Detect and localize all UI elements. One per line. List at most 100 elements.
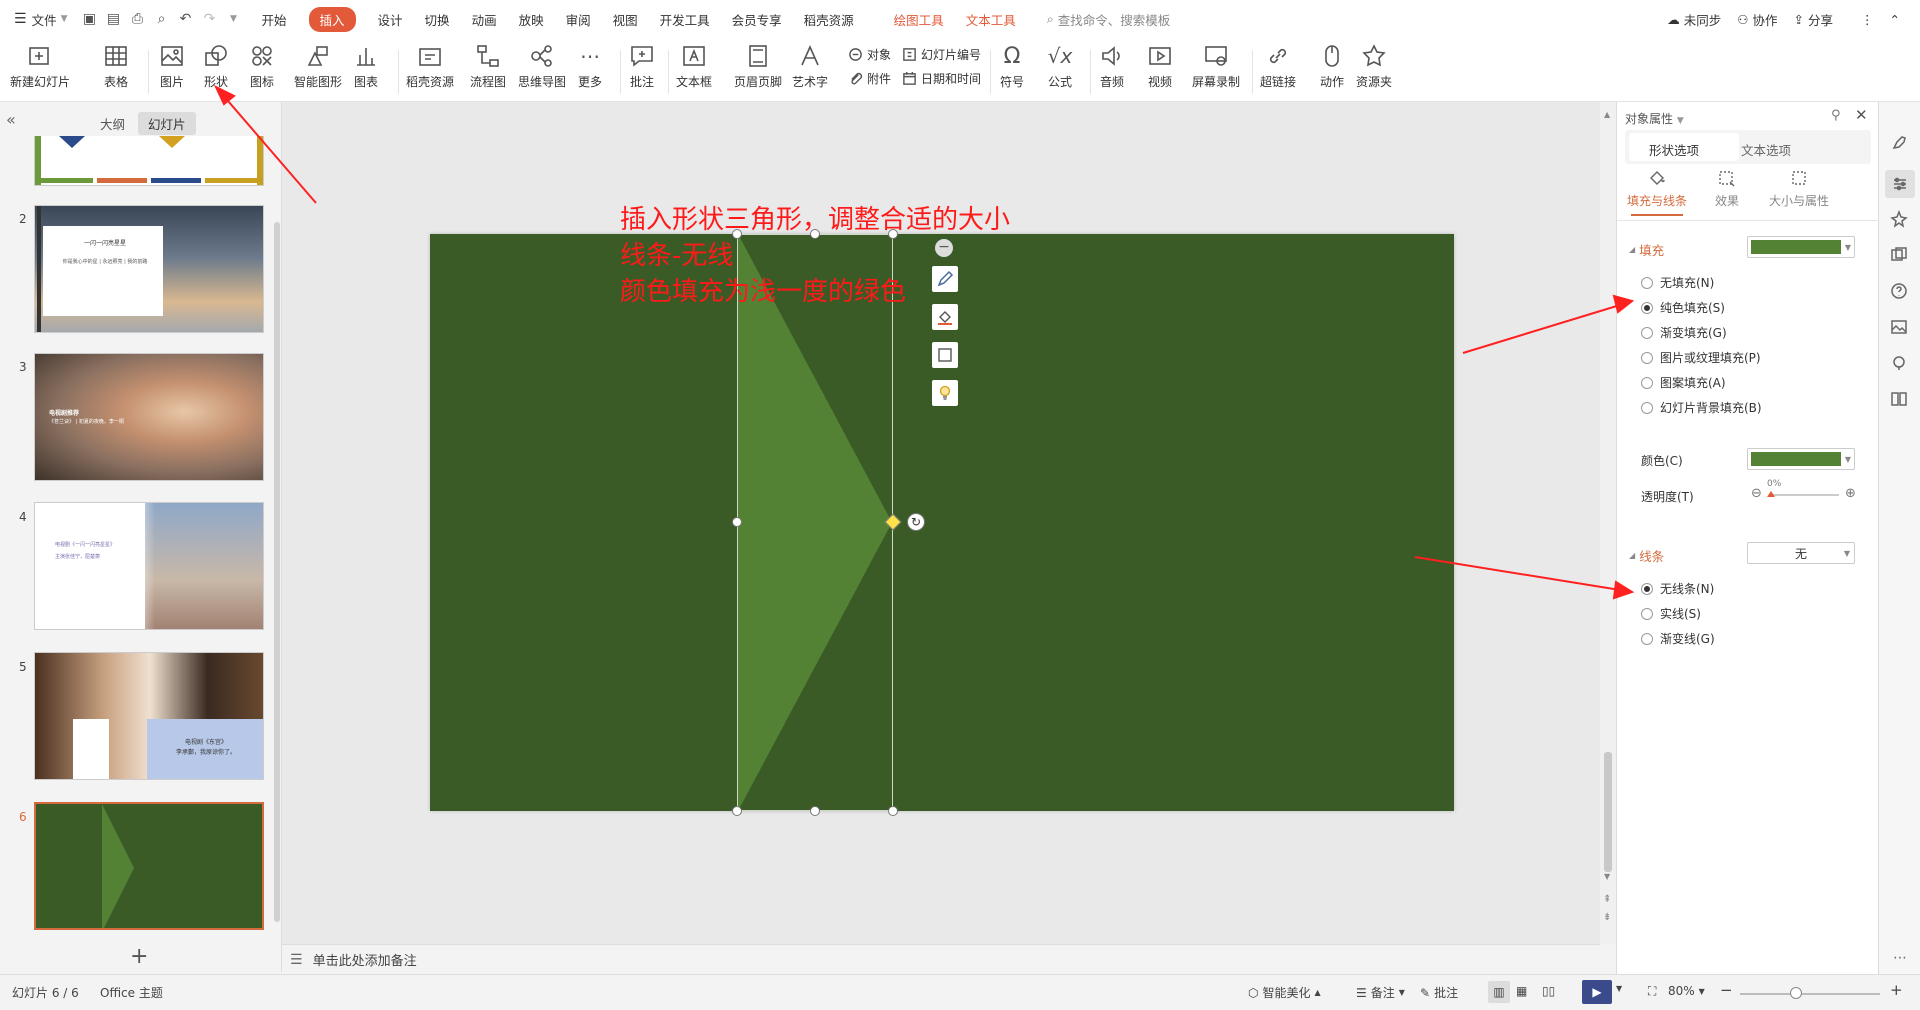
file-menu[interactable]: ☰ 文件 ▼	[0, 0, 79, 38]
notes-bar[interactable]: ☰ 单击此处添加备注	[282, 944, 1600, 974]
tab-slideshow[interactable]: 放映	[508, 0, 555, 38]
more-button[interactable]: ⋯ 更多	[576, 42, 604, 98]
scroll-up-icon[interactable]: ▲	[1604, 110, 1610, 119]
slide-number-button[interactable]: 幻灯片编号	[902, 44, 981, 64]
location-icon[interactable]	[1890, 354, 1910, 374]
collapse-panel-icon[interactable]: «	[6, 110, 16, 129]
tab-view[interactable]: 视图	[602, 0, 649, 38]
increase-icon[interactable]: ⊕	[1845, 486, 1856, 501]
scroll-thumb[interactable]	[1604, 752, 1612, 872]
prev-slide-icon[interactable]: ⇞	[1603, 894, 1611, 905]
tab-slides[interactable]: 幻灯片	[138, 112, 196, 135]
tab-effect[interactable]: 效果	[1687, 168, 1767, 209]
fill-color-dropdown[interactable]: ▼	[1747, 236, 1855, 258]
slide-thumbnail-4[interactable]: 电视剧《一闪一闪亮星星》 主演张佳宁，屈楚萧	[34, 502, 264, 630]
attachment-button[interactable]: 附件	[848, 68, 891, 88]
new-slide-button[interactable]: 新建幻灯片	[10, 42, 70, 98]
zoom-slider[interactable]	[1740, 993, 1880, 995]
header-footer-button[interactable]: 页眉页脚	[734, 42, 782, 98]
icon-button[interactable]: 图标	[248, 42, 276, 98]
scroll-down-icon[interactable]: ▼	[1604, 872, 1610, 881]
more-dots-icon[interactable]: ⋯	[1890, 950, 1910, 970]
shape-button[interactable]: 形状	[202, 42, 230, 98]
collab-button[interactable]: ⚇ 协作	[1737, 10, 1777, 29]
tab-fill-line[interactable]: 填充与线条	[1617, 168, 1697, 209]
tab-drawing-tools[interactable]: 绘图工具	[883, 0, 955, 38]
print-icon[interactable]: ⎙	[127, 8, 149, 30]
slider-thumb[interactable]	[1767, 491, 1775, 497]
tab-design[interactable]: 设计	[367, 0, 414, 38]
tab-shape-options[interactable]: 形状选项	[1649, 140, 1699, 159]
transition-icon[interactable]	[1890, 246, 1910, 266]
thumbnail-scrollbar[interactable]	[274, 222, 280, 922]
tab-outline[interactable]: 大纲	[90, 112, 135, 135]
redo-icon[interactable]: ↷	[199, 8, 221, 30]
slide-thumbnail-2[interactable]: 一闪一闪亮星星 你是我心中的星 | 永远照亮 | 我的前路	[34, 205, 264, 333]
image-icon[interactable]	[1890, 318, 1910, 338]
video-button[interactable]: 视频	[1146, 42, 1174, 98]
pin-icon[interactable]: ⚲	[1831, 108, 1841, 123]
action-button[interactable]: 动作	[1318, 42, 1346, 98]
resize-handle[interactable]	[888, 806, 898, 816]
smart-tip-button[interactable]	[932, 380, 958, 406]
normal-view-icon[interactable]: ▥	[1488, 981, 1510, 1003]
save-icon[interactable]: ▣	[79, 8, 101, 30]
preview-icon[interactable]: ⌕	[151, 8, 173, 30]
help-icon[interactable]	[1890, 282, 1910, 302]
chevron-down-icon[interactable]: ▼	[223, 8, 245, 30]
reading-view-icon[interactable]: ▯▯	[1542, 984, 1555, 998]
add-slide-icon[interactable]: +	[130, 944, 148, 969]
canvas-vertical-scrollbar[interactable]: ▲ ▼ ⇞ ⇟	[1600, 102, 1616, 944]
notes-toggle-button[interactable]: ☰ 备注 ▼	[1356, 984, 1405, 1001]
line-type-dropdown[interactable]: 无 ▼	[1747, 542, 1855, 564]
grid-view-icon[interactable]: ▦	[1516, 984, 1527, 998]
fill-section-header[interactable]: ◢ 填充	[1629, 240, 1664, 259]
chart-button[interactable]: 图表	[352, 42, 380, 98]
tab-animation[interactable]: 动画	[461, 0, 508, 38]
line-section-header[interactable]: ◢ 线条	[1629, 546, 1664, 565]
line-option-gradient[interactable]: 渐变线(G)	[1641, 630, 1715, 647]
docer-resource-button[interactable]: 稻壳资源	[406, 42, 454, 98]
sync-status[interactable]: ☁ 未同步	[1667, 10, 1721, 29]
shape-outline-button[interactable]	[932, 342, 958, 368]
collapse-ribbon-icon[interactable]: ⌃	[1890, 12, 1900, 27]
audio-button[interactable]: 音频	[1098, 42, 1126, 98]
slide-thumbnail-5[interactable]: 电视剧《东宫》 李承鄞，我原谅你了。	[34, 652, 264, 780]
panel-title[interactable]: 对象属性 ▼	[1625, 110, 1684, 127]
line-option-none[interactable]: 无线条(N)	[1641, 580, 1714, 597]
tab-text-tools[interactable]: 文本工具	[955, 0, 1027, 38]
flowchart-button[interactable]: 流程图	[470, 42, 506, 98]
rocket-icon[interactable]	[1890, 134, 1910, 154]
line-option-solid[interactable]: 实线(S)	[1641, 605, 1701, 622]
book-icon[interactable]	[1890, 390, 1910, 410]
screen-record-button[interactable]: 屏幕录制	[1192, 42, 1240, 98]
comments-toggle-button[interactable]: ✎ 批注	[1420, 984, 1458, 1001]
datetime-button[interactable]: 日期和时间	[902, 68, 981, 88]
undo-icon[interactable]: ↶	[175, 8, 197, 30]
tab-size-properties[interactable]: 大小与属性	[1759, 168, 1839, 209]
transparency-slider[interactable]	[1769, 494, 1839, 496]
fit-window-icon[interactable]: ⛶	[1648, 984, 1656, 999]
slide-thumbnail-1[interactable]	[34, 136, 264, 186]
color-dropdown[interactable]: ▼	[1747, 448, 1855, 470]
table-button[interactable]: 表格	[102, 42, 130, 98]
resize-handle[interactable]	[732, 517, 742, 527]
resource-folder-button[interactable]: 资源夹	[1356, 42, 1392, 98]
fill-option-picture[interactable]: 图片或纹理填充(P)	[1641, 349, 1761, 366]
zoom-slider-thumb[interactable]	[1790, 987, 1802, 999]
mindmap-button[interactable]: 思维导图	[518, 42, 566, 98]
notes-placeholder[interactable]: 单击此处添加备注	[313, 950, 417, 969]
fill-option-none[interactable]: 无填充(N)	[1641, 274, 1714, 291]
zoom-out-icon[interactable]: −	[1720, 981, 1733, 999]
object-button[interactable]: 对象	[848, 44, 891, 64]
zoom-in-icon[interactable]: +	[1890, 981, 1903, 999]
command-search[interactable]: ⌕ 查找命令、搜索模板	[1047, 10, 1171, 29]
fill-option-pattern[interactable]: 图案填充(A)	[1641, 374, 1726, 391]
close-icon[interactable]: ✕	[1855, 106, 1868, 124]
tab-home[interactable]: 开始	[251, 0, 298, 38]
slide-thumbnail-6[interactable]	[34, 802, 264, 930]
symbol-button[interactable]: Ω 符号	[998, 42, 1026, 98]
theme-name[interactable]: Office 主题	[100, 984, 163, 1001]
fill-option-slide-bg[interactable]: 幻灯片背景填充(B)	[1641, 399, 1762, 416]
play-slideshow-button[interactable]: ▶	[1582, 980, 1612, 1004]
